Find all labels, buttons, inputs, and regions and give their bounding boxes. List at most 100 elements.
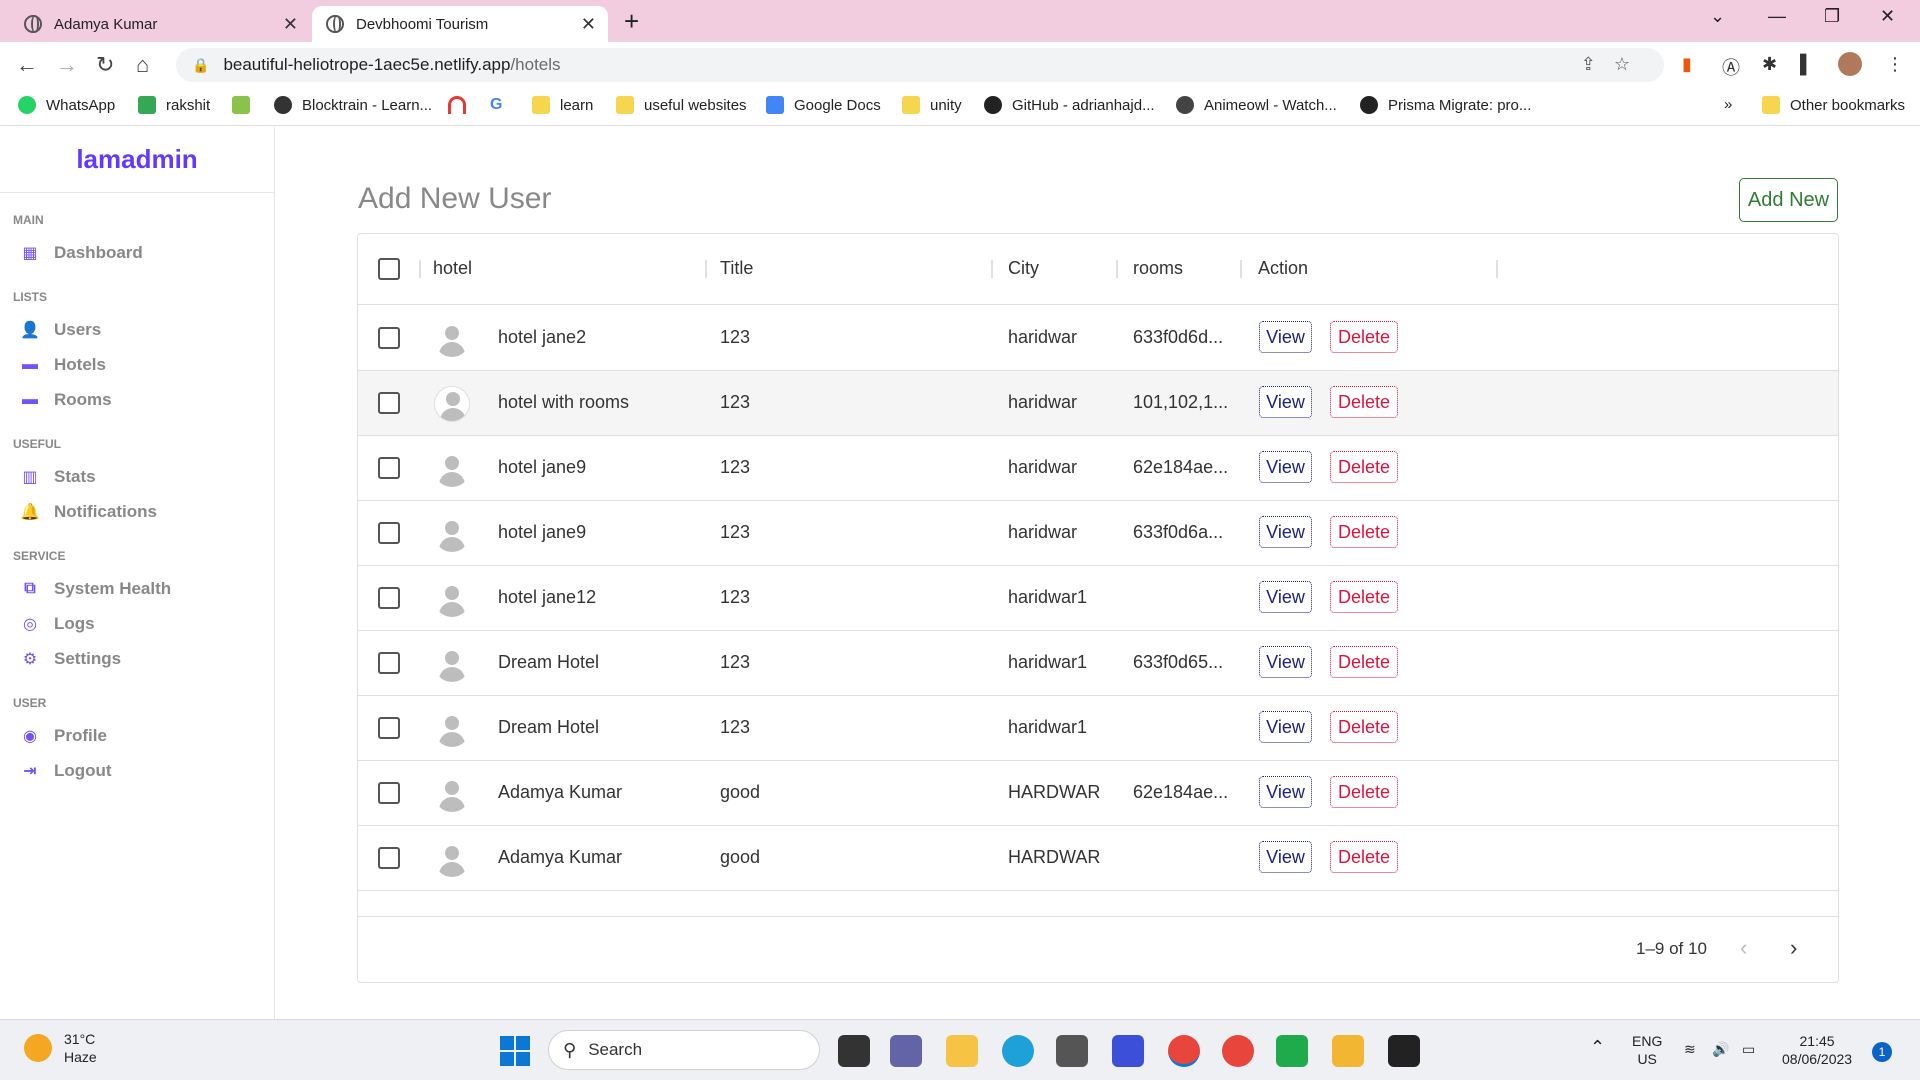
bookmark-useful-websites[interactable]: useful websites: [616, 96, 747, 114]
column-separator[interactable]: [1240, 260, 1242, 278]
view-button[interactable]: View: [1259, 646, 1312, 678]
row-checkbox[interactable]: [378, 652, 400, 674]
add-new-button[interactable]: Add New: [1739, 178, 1838, 222]
task-view-icon[interactable]: [838, 1035, 870, 1067]
table-row[interactable]: hotel jane2 123 haridwar 633f0d6d... View Del…: [358, 306, 1838, 371]
delete-button[interactable]: Delete: [1330, 776, 1398, 808]
close-icon[interactable]: ✕: [581, 14, 596, 35]
table-row[interactable]: hotel with rooms 123 haridwar 101,102,1... V…: [358, 371, 1838, 436]
wifi-icon[interactable]: ≋: [1684, 1040, 1696, 1058]
sidebar-item-stats[interactable]: ▥ Stats: [0, 459, 274, 494]
table-row[interactable]: hotel jane9 123 haridwar 633f0d6a... View Del…: [358, 501, 1838, 566]
lock-icon[interactable]: 🔒: [192, 57, 209, 74]
table-row[interactable]: Adamya Kumar good HARDWAR View Delete: [358, 826, 1838, 891]
view-button[interactable]: View: [1259, 841, 1312, 873]
table-row[interactable]: Dream Hotel 123 haridwar1 View Delete: [358, 696, 1838, 761]
bookmark-google[interactable]: G: [490, 96, 502, 114]
file-explorer-icon[interactable]: [946, 1035, 978, 1067]
sidebar-item-settings[interactable]: ⚙ Settings: [0, 641, 274, 676]
sidebar-item-logout[interactable]: ⇥ Logout: [0, 753, 274, 788]
row-checkbox[interactable]: [378, 327, 400, 349]
reload-icon[interactable]: ↻: [96, 52, 114, 78]
back-icon[interactable]: ←: [16, 52, 38, 78]
sidebar-item-logs[interactable]: ◎ Logs: [0, 606, 274, 641]
row-checkbox[interactable]: [378, 457, 400, 479]
row-checkbox[interactable]: [378, 587, 400, 609]
home-icon[interactable]: ⌂: [136, 52, 149, 78]
column-header-title[interactable]: Title: [720, 258, 753, 279]
side-panel-icon[interactable]: ▌: [1800, 54, 1813, 75]
sidebar-item-system-health[interactable]: ⧉ System Health: [0, 571, 274, 606]
teams-icon[interactable]: [890, 1035, 922, 1067]
taskbar-search[interactable]: ⚲ Search: [548, 1030, 820, 1070]
row-checkbox[interactable]: [378, 522, 400, 544]
table-row[interactable]: Adamya Kumar good HARDWAR 62e184ae... View De…: [358, 761, 1838, 826]
windows-start-icon[interactable]: [500, 1036, 530, 1066]
column-header-action[interactable]: Action: [1258, 258, 1308, 279]
forward-icon[interactable]: →: [56, 52, 78, 78]
bookmark-blocktrain[interactable]: Blocktrain - Learn...: [274, 96, 432, 114]
close-icon[interactable]: ✕: [283, 14, 298, 35]
chrome-icon[interactable]: [1168, 1035, 1200, 1067]
notification-badge[interactable]: 1: [1872, 1042, 1892, 1062]
puzzle-icon[interactable]: ✱: [1762, 54, 1777, 75]
window-close-icon[interactable]: ✕: [1880, 6, 1895, 27]
view-button[interactable]: View: [1259, 516, 1312, 548]
column-separator[interactable]: [419, 260, 421, 278]
column-header-hotel[interactable]: hotel: [433, 258, 472, 279]
column-separator[interactable]: [991, 260, 993, 278]
new-tab-icon[interactable]: +: [624, 6, 639, 37]
weather-widget[interactable]: 31°C Haze: [24, 1030, 97, 1066]
delete-button[interactable]: Delete: [1330, 451, 1398, 483]
sidebar-item-rooms[interactable]: ▬ Rooms: [0, 382, 274, 417]
delete-button[interactable]: Delete: [1330, 386, 1398, 418]
chrome-profile-icon[interactable]: [1222, 1035, 1254, 1067]
bookmark-animeowl[interactable]: Animeowl - Watch...: [1176, 96, 1337, 114]
menu-dots-icon[interactable]: ⋮: [1886, 54, 1904, 75]
battery-icon[interactable]: ▭: [1742, 1040, 1755, 1058]
language-indicator[interactable]: ENG US: [1632, 1032, 1662, 1068]
chevron-up-icon[interactable]: ⌃: [1590, 1038, 1605, 1056]
delete-button[interactable]: Delete: [1330, 711, 1398, 743]
sidebar-item-hotels[interactable]: ▬ Hotels: [0, 347, 274, 382]
view-button[interactable]: View: [1259, 321, 1312, 353]
bookmark-learn[interactable]: learn: [532, 96, 593, 114]
bookmark-github[interactable]: GitHub - adrianhajd...: [984, 96, 1155, 114]
sidebar-item-dashboard[interactable]: ▦ Dashboard: [0, 235, 274, 270]
delete-button[interactable]: Delete: [1330, 321, 1398, 353]
view-button[interactable]: View: [1259, 581, 1312, 613]
delete-button[interactable]: Delete: [1330, 516, 1398, 548]
profile-avatar-icon[interactable]: [1838, 52, 1862, 76]
delete-button[interactable]: Delete: [1330, 581, 1398, 613]
row-checkbox[interactable]: [378, 782, 400, 804]
chevron-right-icon[interactable]: ›: [1790, 935, 1797, 961]
bookmark-rakshit[interactable]: rakshit: [138, 96, 210, 114]
chevron-left-icon[interactable]: ‹: [1740, 935, 1747, 961]
address-bar[interactable]: 🔒 beautiful-heliotrope-1aec5e.netlify.ap…: [176, 48, 1664, 82]
chevron-down-icon[interactable]: ⌄: [1710, 6, 1725, 27]
app-icon[interactable]: [1332, 1035, 1364, 1067]
volume-icon[interactable]: 🔊: [1712, 1040, 1729, 1058]
column-header-rooms[interactable]: rooms: [1133, 258, 1183, 279]
delete-button[interactable]: Delete: [1330, 646, 1398, 678]
translate-extension-icon[interactable]: Ⓐ: [1722, 54, 1740, 80]
edge-icon[interactable]: [1002, 1035, 1034, 1067]
unity-hub-icon[interactable]: [1056, 1035, 1088, 1067]
bookmark-speed[interactable]: [448, 96, 476, 114]
maximize-icon[interactable]: ❐: [1824, 6, 1840, 27]
table-row[interactable]: hotel jane12 123 haridwar1 View Delete: [358, 566, 1838, 631]
table-row[interactable]: Dream Hotel 123 haridwar1 633f0d65... View De…: [358, 631, 1838, 696]
row-checkbox[interactable]: [378, 392, 400, 414]
share-and-star-icons[interactable]: ⇪☆: [1581, 54, 1648, 75]
bookmark-download[interactable]: [232, 96, 260, 114]
row-checkbox[interactable]: [378, 847, 400, 869]
bookmark-whatsapp[interactable]: WhatsApp: [18, 96, 115, 114]
view-button[interactable]: View: [1259, 711, 1312, 743]
browser-tab-active[interactable]: Devbhoomi Tourism ✕: [312, 6, 608, 42]
sidebar-item-users[interactable]: 👤 Users: [0, 312, 274, 347]
bookmark-prisma[interactable]: Prisma Migrate: pro...: [1360, 96, 1531, 114]
bookmark-other[interactable]: Other bookmarks: [1762, 96, 1905, 114]
view-button[interactable]: View: [1259, 386, 1312, 418]
column-header-city[interactable]: City: [1008, 258, 1039, 279]
sticky-notes-icon[interactable]: [1388, 1035, 1420, 1067]
